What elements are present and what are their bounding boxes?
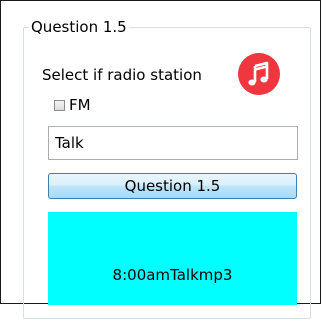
music-note-icon — [238, 53, 280, 95]
groupbox-title: Question 1.5 — [29, 18, 129, 36]
question-button[interactable]: Question 1.5 — [48, 173, 297, 199]
fm-checkbox-row[interactable]: FM — [54, 96, 91, 114]
radio-station-prompt: Select if radio station — [42, 66, 202, 84]
fm-checkbox-label: FM — [69, 96, 91, 114]
output-text: 8:00amTalkmp3 — [112, 266, 233, 284]
form-window: Question 1.5 Select if radio station FM … — [0, 0, 321, 319]
fm-checkbox[interactable] — [54, 99, 65, 111]
station-text-input[interactable] — [48, 126, 298, 160]
output-panel: 8:00amTalkmp3 — [48, 212, 297, 305]
